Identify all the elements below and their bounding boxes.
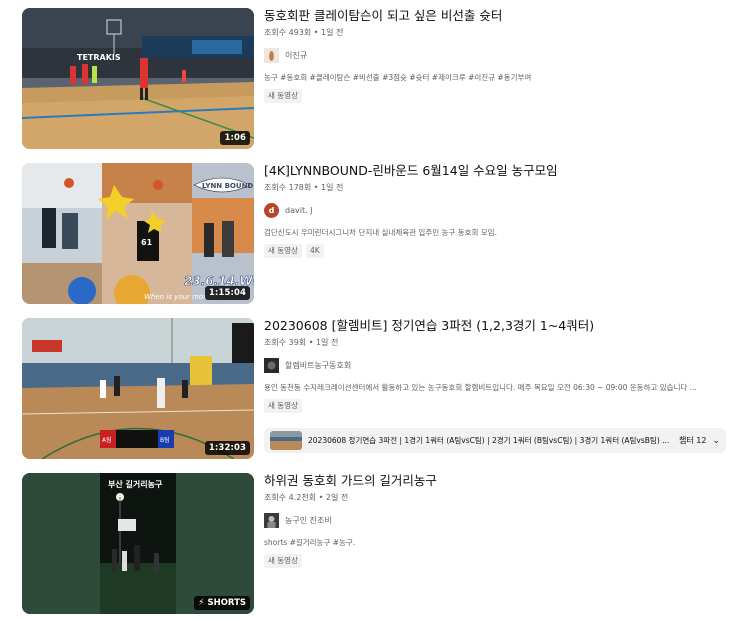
video-thumbnail[interactable]: 61 LYNN BOUND 23.6.14.WED When is your m… (22, 163, 254, 304)
chapters-count: 챕터 12 (679, 436, 707, 445)
channel-avatar[interactable] (264, 513, 279, 528)
channel-avatar[interactable] (264, 358, 279, 373)
video-title[interactable]: 동호회판 클레이탐슨이 되고 싶은 비선출 슛터 (264, 8, 734, 24)
avatar-image (264, 358, 279, 373)
channel-name[interactable]: 농구인 진조비 (285, 515, 332, 526)
video-result[interactable]: 61 LYNN BOUND 23.6.14.WED When is your m… (22, 163, 742, 306)
video-meta: 조회수 493회 • 1일 전 (264, 28, 344, 37)
video-description: shorts #길거리농구 #농구. (264, 538, 356, 547)
video-meta: 조회수 39회 • 1일 전 (264, 338, 339, 347)
video-title[interactable]: 하위권 동호회 가드의 길거리농구 (264, 473, 734, 489)
duration-badge: 1:06 (220, 131, 250, 145)
video-result[interactable]: TETRAKIS 1:06 동호회판 클레이탐슨이 되고 싶은 비선출 슛터 조… (22, 8, 742, 151)
badge-row: 새 동영상 (264, 399, 734, 413)
chapters-text: 20230608 정기연습 3파전 | 1경기 1쿼터 (A팀vsC팀) | 2… (308, 436, 670, 445)
channel-name[interactable]: 이진규 (285, 50, 307, 61)
collage-image: 61 LYNN BOUND 23.6.14.WED When is your m… (22, 163, 254, 304)
channel-row[interactable]: d davit. J (264, 203, 734, 218)
duration-badge: 1:15:04 (204, 286, 250, 300)
video-description: 농구 #동호회 #클레이탐슨 #비선출 #3점슛 #슛터 #제이크루 #이진규 … (264, 73, 532, 82)
channel-avatar[interactable]: d (264, 203, 279, 218)
video-thumbnail[interactable]: 부산 길거리농구 ⚡ SHORTS (22, 473, 254, 614)
shorts-icon: ⚡ (198, 598, 205, 608)
channel-name[interactable]: 할렘비트농구동호회 (285, 360, 351, 371)
video-thumbnail[interactable]: TETRAKIS 1:06 (22, 8, 254, 149)
gym-scene-image: TETRAKIS (22, 8, 254, 149)
video-meta: 조회수 4.2천회 • 2일 전 (264, 493, 349, 502)
new-video-badge: 새 동영상 (264, 554, 302, 568)
shorts-thumbnail-image: 부산 길거리농구 (22, 473, 254, 614)
badge-row: 새 동영상 (264, 89, 734, 103)
channel-avatar[interactable] (264, 48, 279, 63)
chapter-thumb-image (270, 431, 302, 450)
avatar-image (264, 48, 279, 63)
video-info: [4K]LYNNBOUND-린바운드 6월14일 수요일 농구모임 조회수 17… (264, 163, 734, 258)
chapters-bar[interactable]: 20230608 정기연습 3파전 | 1경기 1쿼터 (A팀vsC팀) | 2… (264, 428, 726, 453)
video-info: 동호회판 클레이탐슨이 되고 싶은 비선출 슛터 조회수 493회 • 1일 전… (264, 8, 734, 103)
avatar-letter: d (268, 206, 275, 215)
shorts-label: SHORTS (207, 598, 246, 608)
duration-badge: 1:32:03 (204, 441, 250, 455)
channel-name[interactable]: davit. J (285, 206, 313, 215)
channel-row[interactable]: 이진규 (264, 48, 734, 63)
svg-text:LYNN BOUND: LYNN BOUND (202, 182, 253, 190)
video-description: 용인 동천동 수지레크레이션센터에서 활동하고 있는 농구동호회 할렘비트입니다… (264, 383, 697, 392)
new-video-badge: 새 동영상 (264, 89, 302, 103)
svg-text:A팀: A팀 (102, 436, 112, 444)
video-result[interactable]: A팀 B팀 1:32:03 20230608 [할렘비트] 정기연습 3파전 (… (22, 318, 742, 461)
video-info: 20230608 [할렘비트] 정기연습 3파전 (1,2,3경기 1~4쿼터)… (264, 318, 734, 413)
video-info: 하위권 동호회 가드의 길거리농구 조회수 4.2천회 • 2일 전 농구인 진… (264, 473, 734, 568)
chevron-down-icon[interactable]: ⌄ (712, 436, 720, 446)
avatar-image (264, 513, 279, 528)
new-video-badge: 새 동영상 (264, 244, 302, 258)
svg-text:부산 길거리농구: 부산 길거리농구 (108, 479, 163, 489)
video-title[interactable]: 20230608 [할렘비트] 정기연습 3파전 (1,2,3경기 1~4쿼터) (264, 318, 734, 334)
svg-text:B팀: B팀 (160, 436, 170, 444)
svg-text:TETRAKIS: TETRAKIS (77, 53, 121, 62)
new-video-badge: 새 동영상 (264, 399, 302, 413)
video-meta: 조회수 178회 • 1일 전 (264, 183, 344, 192)
video-result[interactable]: 부산 길거리농구 ⚡ SHORTS 하위권 동호회 가드의 길거리농구 조회수 … (22, 473, 742, 616)
video-description: 검단신도시 우미린더시그니처 단지내 실내체육관 입주민 농구 동호회 모임. (264, 228, 497, 237)
4k-badge: 4K (305, 244, 324, 258)
gym-scene-image: A팀 B팀 (22, 318, 254, 459)
video-title[interactable]: [4K]LYNNBOUND-린바운드 6월14일 수요일 농구모임 (264, 163, 734, 179)
badge-row: 새 동영상 4K (264, 244, 734, 258)
badge-row: 새 동영상 (264, 554, 734, 568)
channel-row[interactable]: 할렘비트농구동호회 (264, 358, 734, 373)
chapter-thumbnail (270, 431, 302, 450)
channel-row[interactable]: 농구인 진조비 (264, 513, 734, 528)
video-thumbnail[interactable]: A팀 B팀 1:32:03 (22, 318, 254, 459)
svg-text:61: 61 (141, 238, 153, 247)
shorts-badge: ⚡ SHORTS (194, 596, 250, 610)
